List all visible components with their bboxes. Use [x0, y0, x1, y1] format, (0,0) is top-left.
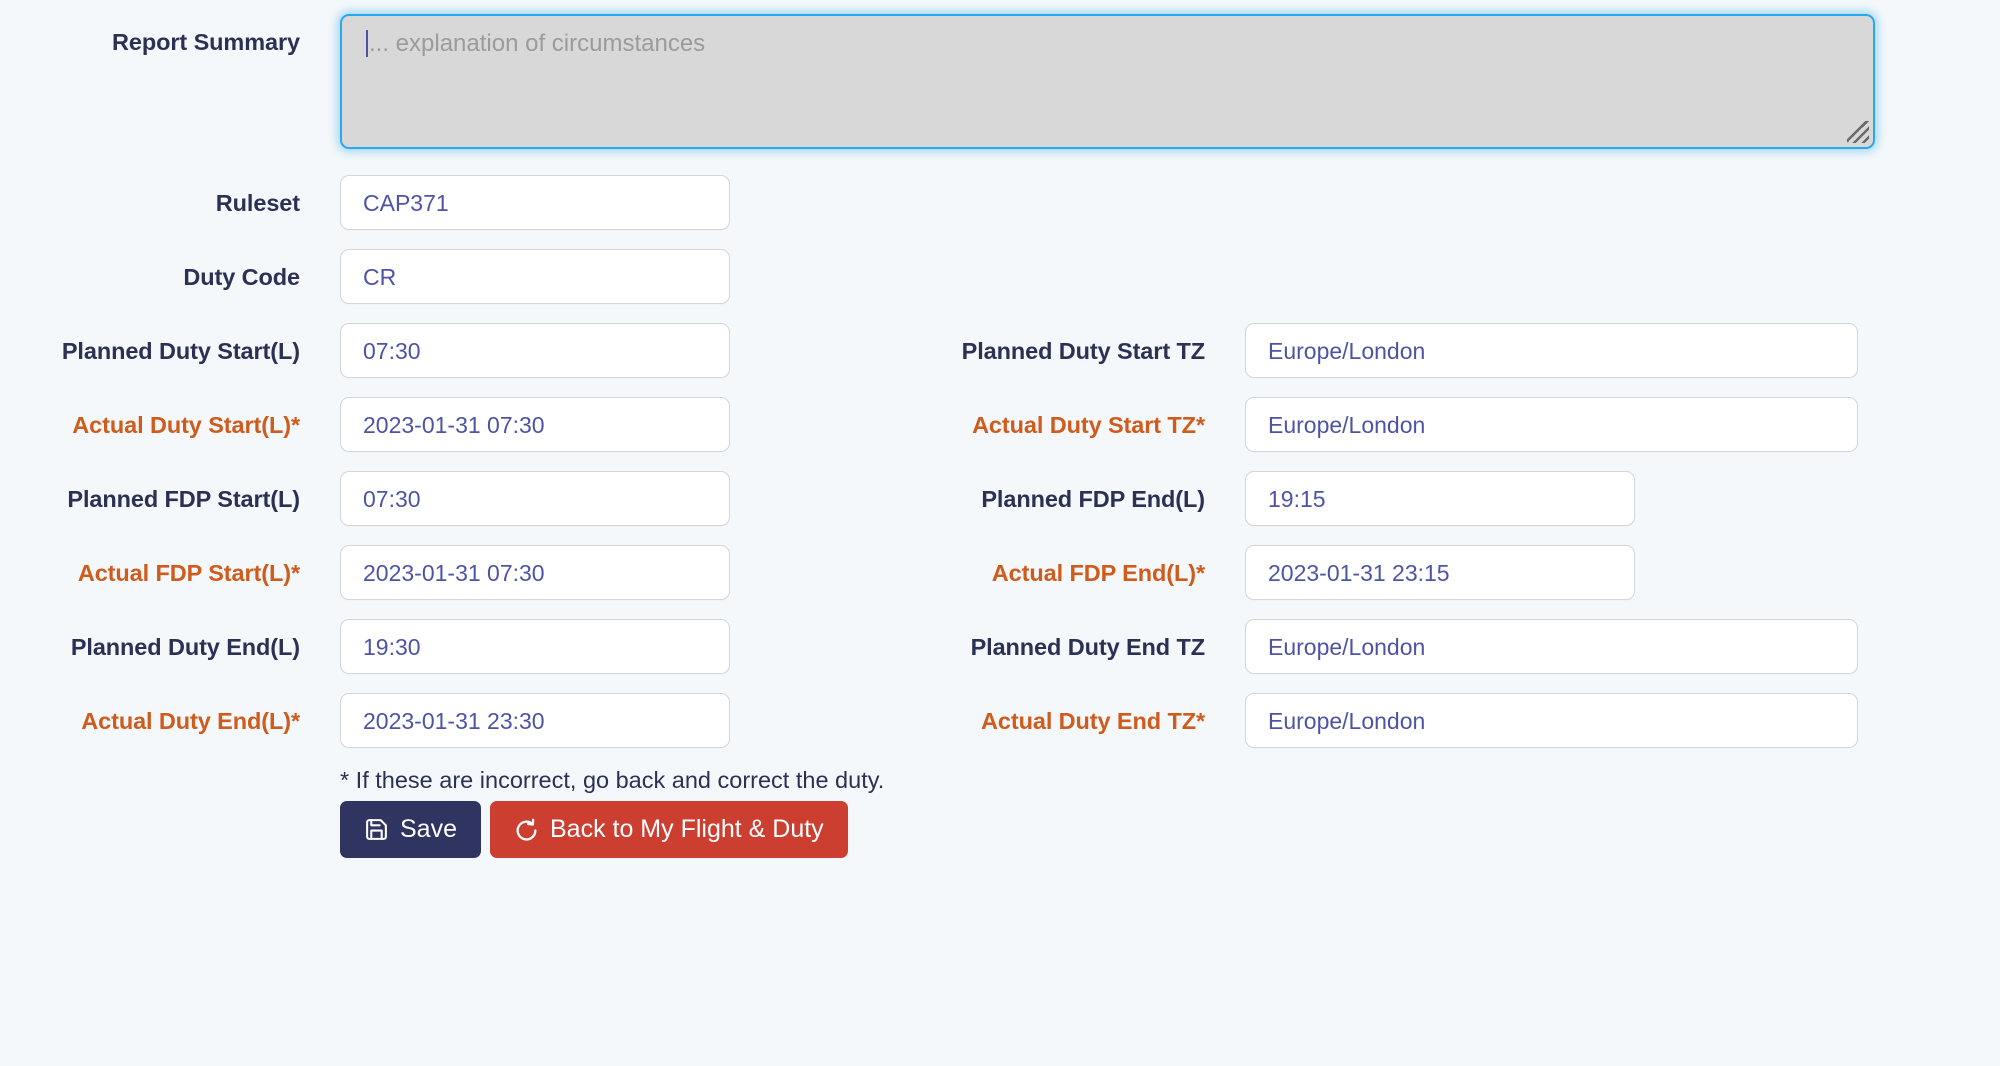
actual-duty-end-label: Actual Duty End(L)* [81, 708, 300, 734]
actual-fdp-end-input[interactable]: 2023-01-31 23:15 [1245, 545, 1635, 600]
row-planned-duty-end: Planned Duty End(L) 19:30 Planned Duty E… [0, 619, 2000, 674]
planned-duty-end-tz-input[interactable]: Europe/London [1245, 619, 1858, 674]
planned-duty-end-group: Planned Duty End(L) 19:30 [0, 619, 900, 674]
back-to-flight-duty-button[interactable]: Back to My Flight & Duty [489, 801, 848, 858]
report-summary-label: Report Summary [112, 29, 300, 55]
ruleset-label: Ruleset [215, 190, 300, 216]
actual-duty-end-tz-input[interactable]: Europe/London [1245, 693, 1858, 748]
duty-code-input[interactable]: CR [340, 249, 730, 304]
actual-duty-start-tz-label: Actual Duty Start TZ* [972, 412, 1205, 438]
back-button-label: Back to My Flight & Duty [549, 815, 824, 843]
planned-fdp-start-label: Planned FDP Start(L) [67, 486, 300, 512]
report-summary-textarea[interactable]: ... explanation of circumstances [340, 14, 1875, 149]
planned-duty-start-tz-group: Planned Duty Start TZ Europe/London [900, 323, 1900, 378]
row-actual-duty-start: Actual Duty Start(L)* 2023-01-31 07:30 A… [0, 397, 2000, 452]
planned-duty-start-input[interactable]: 07:30 [340, 323, 730, 378]
actual-duty-end-tz-group: Actual Duty End TZ* Europe/London [900, 693, 1900, 748]
actual-duty-start-group: Actual Duty Start(L)* 2023-01-31 07:30 [0, 397, 900, 452]
report-summary-group: Report Summary ... explanation of circum… [0, 14, 1875, 149]
duty-report-form: Report Summary ... explanation of circum… [0, 0, 2000, 1066]
row-actual-duty-end: Actual Duty End(L)* 2023-01-31 23:30 Act… [0, 693, 2000, 748]
text-caret [366, 30, 368, 57]
report-summary-field-wrap: ... explanation of circumstances [340, 14, 1875, 149]
actual-duty-start-input[interactable]: 2023-01-31 07:30 [340, 397, 730, 452]
duty-code-group: Duty Code CR [0, 249, 900, 304]
form-actions: Save Back to My Flight & Duty [340, 801, 2000, 858]
planned-duty-end-input[interactable]: 19:30 [340, 619, 730, 674]
actual-duty-end-tz-label: Actual Duty End TZ* [981, 708, 1205, 734]
planned-duty-end-label: Planned Duty End(L) [70, 634, 300, 660]
row-ruleset: Ruleset CAP371 [0, 175, 2000, 230]
actual-fdp-end-label: Actual FDP End(L)* [991, 560, 1205, 586]
planned-duty-start-tz-input[interactable]: Europe/London [1245, 323, 1858, 378]
resize-handle-icon[interactable] [1847, 121, 1869, 143]
form-footer: * If these are incorrect, go back and co… [340, 767, 2000, 858]
duty-code-label: Duty Code [183, 264, 300, 290]
row-planned-fdp: Planned FDP Start(L) 07:30 Planned FDP E… [0, 471, 2000, 526]
actual-duty-start-tz-input[interactable]: Europe/London [1245, 397, 1858, 452]
planned-fdp-end-group: Planned FDP End(L) 19:15 [900, 471, 1900, 526]
row-actual-fdp: Actual FDP Start(L)* 2023-01-31 07:30 Ac… [0, 545, 2000, 600]
ruleset-group: Ruleset CAP371 [0, 175, 900, 230]
save-button[interactable]: Save [340, 801, 481, 858]
actual-fdp-start-label: Actual FDP Start(L)* [77, 560, 300, 586]
actual-duty-end-group: Actual Duty End(L)* 2023-01-31 23:30 [0, 693, 900, 748]
planned-fdp-end-label: Planned FDP End(L) [981, 486, 1205, 512]
actual-fdp-start-group: Actual FDP Start(L)* 2023-01-31 07:30 [0, 545, 900, 600]
row-duty-code: Duty Code CR [0, 249, 2000, 304]
actual-fdp-end-group: Actual FDP End(L)* 2023-01-31 23:15 [900, 545, 1900, 600]
planned-fdp-end-input[interactable]: 19:15 [1245, 471, 1635, 526]
planned-duty-start-group: Planned Duty Start(L) 07:30 [0, 323, 900, 378]
planned-fdp-start-input[interactable]: 07:30 [340, 471, 730, 526]
ruleset-input[interactable]: CAP371 [340, 175, 730, 230]
floppy-disk-icon [366, 819, 387, 840]
actual-fdp-start-input[interactable]: 2023-01-31 07:30 [340, 545, 730, 600]
actual-duty-end-input[interactable]: 2023-01-31 23:30 [340, 693, 730, 748]
actual-duty-start-label: Actual Duty Start(L)* [72, 412, 300, 438]
planned-fdp-start-group: Planned FDP Start(L) 07:30 [0, 471, 900, 526]
report-summary-placeholder: ... explanation of circumstances [369, 30, 706, 57]
undo-arrow-icon [516, 818, 537, 841]
planned-duty-start-label: Planned Duty Start(L) [61, 338, 300, 364]
planned-duty-end-tz-label: Planned Duty End TZ [970, 634, 1206, 660]
row-planned-duty-start: Planned Duty Start(L) 07:30 Planned Duty… [0, 323, 2000, 378]
row-report-summary: Report Summary ... explanation of circum… [0, 14, 2000, 149]
required-fields-note: * If these are incorrect, go back and co… [340, 767, 885, 793]
save-button-label: Save [400, 815, 457, 843]
planned-duty-end-tz-group: Planned Duty End TZ Europe/London [900, 619, 1900, 674]
actual-duty-start-tz-group: Actual Duty Start TZ* Europe/London [900, 397, 1900, 452]
planned-duty-start-tz-label: Planned Duty Start TZ [961, 338, 1205, 364]
